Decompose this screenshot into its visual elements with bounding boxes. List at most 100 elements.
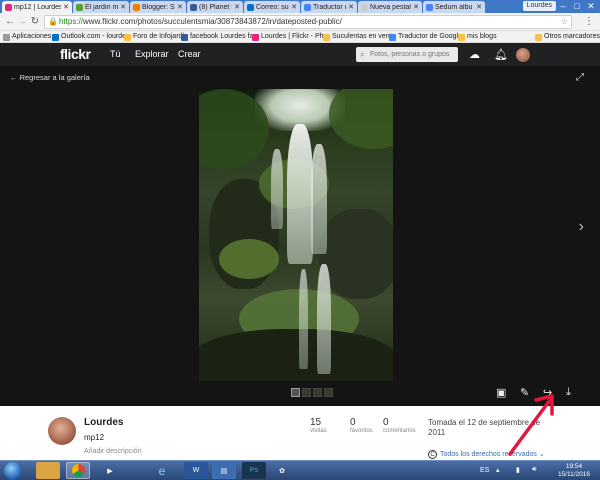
forward-icon[interactable]: → — [16, 16, 28, 28]
stat-value: 0 — [383, 417, 389, 428]
clock[interactable]: 19:54 15/11/2016 — [558, 463, 590, 479]
url-path: www.flickr.com/photos/succulentsmia/3087… — [83, 17, 342, 26]
tab-nueva[interactable]: Nueva pestaña ✕ — [358, 1, 422, 13]
copyright-icon: C — [428, 450, 437, 459]
thumbnail-current[interactable] — [291, 388, 300, 397]
bookmark-suculentas[interactable]: Suculentas en venta — [323, 32, 395, 42]
tab-blogger[interactable]: Blogger: Suc ✕ — [130, 1, 186, 13]
bookmark-label: Traductor de Google — [398, 33, 462, 40]
user-avatar[interactable] — [48, 417, 76, 445]
bookmark-mis-blogs[interactable]: mis blogs — [458, 32, 497, 42]
tab-traductor[interactable]: Traductor de ✕ — [301, 1, 357, 13]
volume-icon[interactable]: 🔊︎ — [532, 466, 536, 474]
bookmark-apps[interactable]: Aplicaciones — [3, 32, 51, 42]
facebook-icon — [181, 33, 188, 41]
browser-menu-icon[interactable]: ⋮ — [584, 16, 594, 27]
file-explorer-icon[interactable] — [36, 462, 60, 479]
media-player-icon[interactable]: ▶ — [98, 462, 122, 479]
network-icon[interactable]: ▮ — [516, 466, 520, 474]
back-to-gallery-link[interactable]: ← Regresar a la galería — [10, 73, 90, 82]
notifications-bell-icon[interactable]: 🔔︎ — [494, 48, 508, 61]
tab-label: Sedum albu — [435, 3, 473, 11]
close-icon[interactable]: ✕ — [177, 3, 183, 11]
tab-flickr[interactable]: mp12 | Lourdes ✕ — [2, 1, 72, 13]
tab-jardin[interactable]: El jardín más ✕ — [73, 1, 129, 13]
start-button[interactable] — [4, 462, 22, 480]
facebook-favicon-icon — [190, 3, 197, 11]
search-icon: ⌕ — [360, 50, 365, 59]
close-icon[interactable]: ✕ — [63, 3, 69, 11]
thumbnail[interactable] — [324, 388, 333, 397]
window-close-icon[interactable]: ✕ — [584, 0, 598, 12]
photoshop-icon[interactable]: Ps — [242, 462, 266, 479]
blogger-favicon-icon — [133, 3, 140, 11]
bookmark-facebook[interactable]: facebook Lourdes fac — [181, 32, 257, 42]
translate-favicon-icon — [304, 3, 311, 11]
stat-views: 15 visitas — [310, 417, 327, 434]
download-icon[interactable]: ⤓ — [566, 386, 571, 399]
window-user-badge[interactable]: Lourdes — [522, 1, 556, 11]
header-avatar[interactable] — [516, 48, 530, 62]
close-icon[interactable]: ✕ — [291, 3, 297, 11]
photo-waterfall — [287, 124, 313, 264]
tab-label: mp12 | Lourdes — [14, 3, 62, 11]
browser-toolbar: ← → ↻ 🔒 https://www.flickr.com/photos/su… — [0, 13, 600, 31]
outlook-icon — [52, 33, 59, 41]
chrome-icon[interactable] — [66, 462, 90, 479]
translate-icon — [389, 33, 396, 41]
thumbnail[interactable] — [302, 388, 311, 397]
reload-icon[interactable]: ↻ — [29, 16, 41, 28]
nav-crear[interactable]: Crear — [178, 49, 201, 59]
bookmark-infojardin[interactable]: Foro de Infojardín — [124, 32, 188, 42]
tab-label: El jardín más — [85, 3, 119, 11]
paint-icon[interactable]: ✿ — [270, 462, 294, 479]
thumbnail[interactable] — [313, 388, 322, 397]
google-favicon-icon — [426, 3, 433, 11]
language-indicator[interactable]: ES — [480, 467, 489, 474]
photo-viewer-icon[interactable]: ▤ — [212, 462, 236, 479]
windows-taskbar: ▶ e W ▤ Ps ✿ ES ▴ ▮ 🔊︎ 19:54 15/11/2016 — [0, 460, 600, 480]
user-name[interactable]: Lourdes — [84, 417, 123, 428]
bookmark-label: Otros marcadores — [544, 33, 600, 40]
close-icon[interactable]: ✕ — [234, 3, 240, 11]
photo-waterfall — [311, 144, 327, 254]
close-icon[interactable]: ✕ — [476, 3, 482, 11]
close-icon[interactable]: ✕ — [348, 3, 354, 11]
tray-arrow-icon[interactable]: ▴ — [496, 466, 500, 474]
tab-correo[interactable]: Correo: suc ✕ — [244, 1, 300, 13]
close-icon[interactable]: ✕ — [413, 3, 419, 11]
blank-favicon-icon — [361, 3, 368, 11]
nav-explorar[interactable]: Explorar — [135, 49, 169, 59]
upload-cloud-icon[interactable]: ☁ — [469, 48, 480, 61]
flickr-logo[interactable]: flickr — [60, 46, 91, 62]
bookmark-label: facebook Lourdes fac — [190, 33, 257, 40]
tab-facebook[interactable]: (8) Planet Suc ✕ — [187, 1, 243, 13]
expand-icon[interactable]: ⤢ — [576, 72, 584, 83]
minimize-icon[interactable]: – — [556, 0, 570, 12]
bookmark-star-icon[interactable]: ☆ — [561, 16, 568, 28]
bookmark-traductor[interactable]: Traductor de Google — [389, 32, 462, 42]
search-input[interactable] — [356, 47, 458, 62]
stat-value: 15 — [310, 417, 322, 428]
bookmarks-bar: Aplicaciones Outlook.com - lourdes Foro … — [0, 31, 600, 43]
bookmark-flickr[interactable]: Lourdes | Flickr - Pho — [252, 32, 327, 42]
close-icon[interactable]: ✕ — [120, 3, 126, 11]
photo-waterfall — [317, 264, 331, 374]
outlook-favicon-icon — [247, 3, 254, 11]
tab-sedum[interactable]: Sedum albu ✕ — [423, 1, 485, 13]
bookmark-outlook[interactable]: Outlook.com - lourdes — [52, 32, 129, 42]
tab-label: (8) Planet Suc — [199, 3, 232, 11]
leaf-favicon-icon — [76, 3, 83, 11]
next-arrow-icon[interactable]: › — [579, 218, 584, 236]
maximize-icon[interactable]: □ — [570, 0, 584, 12]
add-description-link[interactable]: Añadir descripción — [84, 448, 142, 455]
bookmark-otros[interactable]: Otros marcadores — [535, 32, 600, 42]
back-icon[interactable]: ← — [4, 16, 16, 28]
address-bar[interactable]: 🔒 https://www.flickr.com/photos/succulen… — [44, 15, 572, 29]
folder-icon — [323, 33, 330, 41]
word-icon[interactable]: W — [184, 462, 208, 479]
waterfall-photo[interactable] — [199, 89, 393, 381]
nav-tu[interactable]: Tú — [110, 49, 121, 59]
stat-comments: 0 comentarios — [383, 417, 416, 434]
internet-explorer-icon[interactable]: e — [150, 462, 174, 479]
